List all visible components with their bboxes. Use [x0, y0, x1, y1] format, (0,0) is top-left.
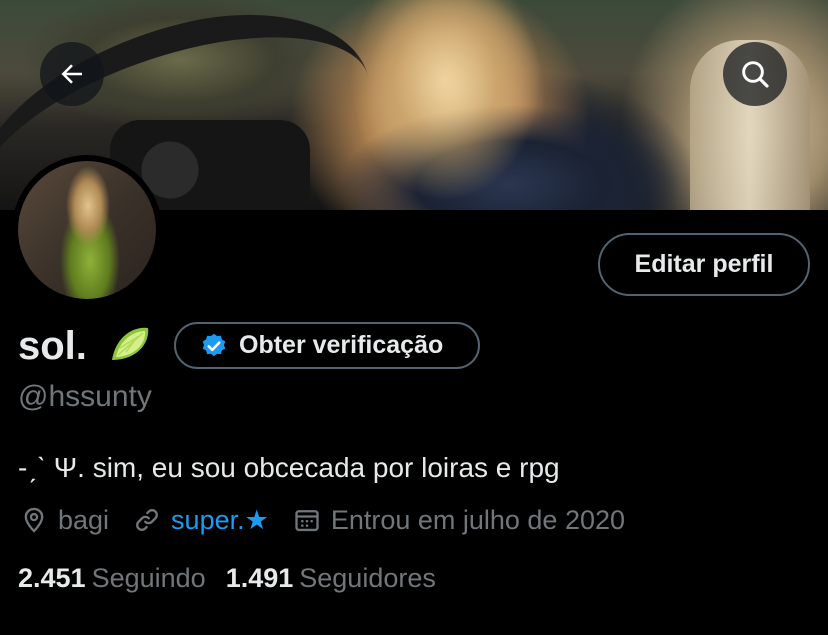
following-label[interactable]: Seguindo	[92, 563, 206, 594]
avatar-image	[18, 161, 156, 299]
joined-date: Entrou em julho de 2020	[293, 505, 625, 536]
search-button[interactable]	[723, 42, 787, 106]
profile-meta: bagi super.★ Entrou em julho de 2020	[20, 502, 649, 538]
followers-label[interactable]: Seguidores	[299, 563, 436, 594]
joined-text: Entrou em julho de 2020	[330, 504, 626, 535]
following-count[interactable]: 2.451	[18, 563, 86, 594]
location: bagi	[20, 505, 109, 536]
profile-bio: -ˏˋ Ψ. sim, eu sou obcecada por loiras e…	[18, 452, 560, 483]
follow-stats: 2.451 Seguindo 1.491 Seguidores	[18, 560, 456, 596]
avatar[interactable]	[12, 155, 162, 305]
search-icon	[742, 61, 769, 88]
website-link[interactable]: super.★	[171, 505, 269, 536]
profile-page: Editar perfil sol. Obter verificação @hs…	[0, 0, 828, 635]
location-text: bagi	[58, 504, 110, 535]
lime-icon	[112, 327, 149, 360]
back-button[interactable]	[40, 42, 104, 106]
edit-profile-button[interactable]: Editar perfil	[598, 233, 810, 296]
banner-person	[345, 0, 545, 210]
verified-badge-icon	[202, 333, 226, 356]
website[interactable]: super.★	[133, 505, 269, 536]
user-handle: @hssunty	[18, 380, 152, 413]
get-verified-button[interactable]: Obter verificação	[174, 322, 480, 369]
link-icon	[136, 509, 158, 531]
display-name: sol.	[18, 324, 87, 368]
get-verified-label: Obter verificação	[239, 331, 444, 359]
calendar-icon	[295, 510, 319, 532]
arrow-left-icon	[61, 64, 82, 84]
location-pin-icon	[24, 507, 44, 533]
followers-count[interactable]: 1.491	[226, 563, 294, 594]
